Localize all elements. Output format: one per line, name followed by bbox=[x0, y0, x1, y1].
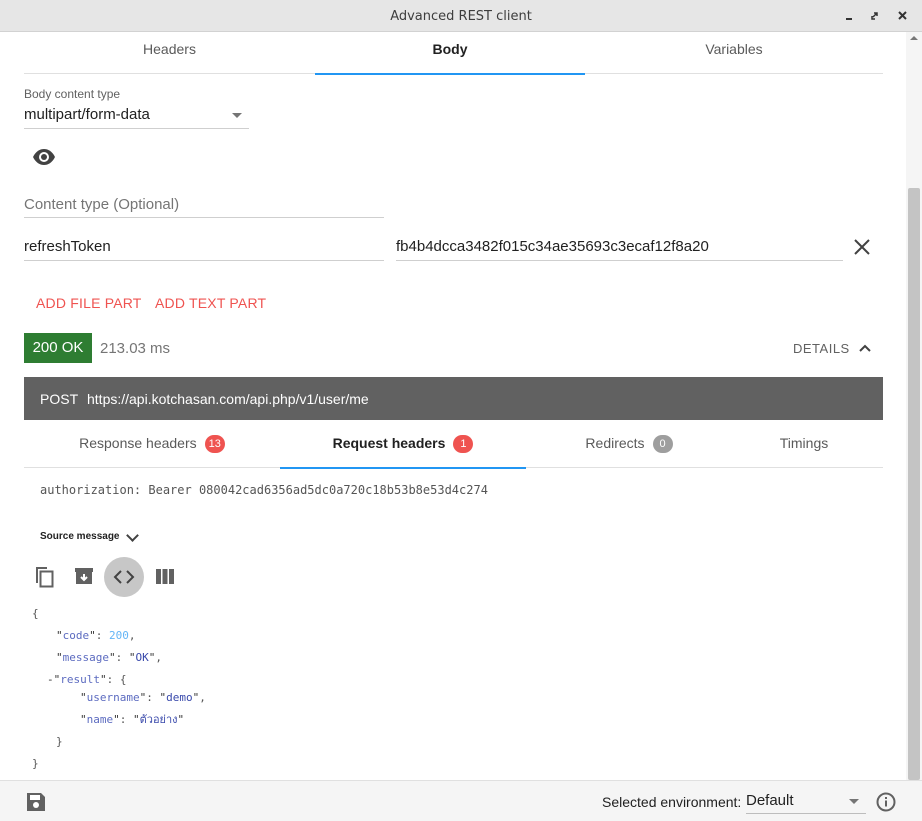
request-url-bar: POST https://api.kotchasan.com/api.php/v… bbox=[24, 377, 883, 420]
environment-select-underline bbox=[746, 813, 866, 814]
chevron-down-icon[interactable] bbox=[232, 113, 242, 118]
json-close-brace: } bbox=[32, 757, 39, 770]
details-toggle-button[interactable]: DETAILS bbox=[793, 341, 872, 356]
save-icon[interactable] bbox=[26, 792, 46, 817]
body-content-type-select[interactable]: multipart/form-data bbox=[24, 106, 150, 123]
count-badge: 1 bbox=[453, 435, 474, 453]
collapse-toggle[interactable]: - bbox=[47, 673, 54, 686]
scroll-up-arrow-icon[interactable] bbox=[910, 36, 918, 40]
json-open-brace: { bbox=[32, 607, 39, 620]
chevron-down-icon[interactable] bbox=[126, 529, 139, 542]
tab-label: Response headers bbox=[79, 435, 197, 451]
tab-label: Request headers bbox=[332, 435, 446, 451]
json-line: { bbox=[32, 603, 39, 625]
json-string: demo bbox=[166, 691, 193, 704]
select-underline bbox=[24, 128, 249, 129]
response-detail-tabs: Response headers 13 Request headers 1 Redi… bbox=[24, 420, 883, 469]
window-title: Advanced REST client bbox=[390, 9, 532, 24]
code-view-toggle[interactable] bbox=[104, 557, 144, 597]
bottom-bar: Selected environment: Default bbox=[0, 780, 922, 821]
request-header-line: authorization: Bearer 080042cad6356ad5dc… bbox=[40, 483, 488, 497]
request-method: POST bbox=[40, 391, 79, 407]
chevron-up-icon bbox=[859, 344, 871, 352]
json-line: "message": "OK", bbox=[56, 651, 162, 664]
body-content-type-label: Body content type bbox=[24, 87, 121, 101]
tab-request-headers[interactable]: Request headers 1 bbox=[280, 420, 526, 469]
json-line: } bbox=[56, 731, 63, 753]
title-bar: Advanced REST client bbox=[0, 0, 922, 32]
json-key: username bbox=[86, 691, 140, 704]
json-key: code bbox=[62, 629, 90, 642]
remove-field-close-icon[interactable] bbox=[853, 238, 871, 261]
response-time: 213.03 ms bbox=[100, 340, 171, 357]
add-file-part-button[interactable]: ADD FILE PART bbox=[36, 295, 142, 311]
tab-redirects[interactable]: Redirects 0 bbox=[526, 420, 732, 468]
json-string: ตัวอย่าง bbox=[139, 713, 178, 726]
content-type-input[interactable]: Content type (Optional) bbox=[24, 196, 179, 213]
count-badge: 0 bbox=[652, 435, 673, 453]
form-field-name-input[interactable]: refreshToken bbox=[24, 238, 111, 255]
source-message-label[interactable]: Source message bbox=[40, 531, 120, 542]
count-badge: 13 bbox=[204, 435, 225, 453]
content-type-underline bbox=[24, 217, 384, 218]
json-line: "code": 200, bbox=[56, 629, 136, 642]
json-number: 200 bbox=[109, 629, 129, 642]
close-window-icon[interactable] bbox=[895, 8, 911, 24]
form-field-value-input[interactable]: fb4b4dcca3482f015c34ae35693c3ecaf12f8a20 bbox=[396, 238, 709, 255]
tab-body[interactable]: Body bbox=[315, 32, 585, 75]
request-url: https://api.kotchasan.com/api.php/v1/use… bbox=[87, 391, 369, 407]
json-line: "username": "demo", bbox=[80, 691, 206, 704]
environment-select[interactable]: Default bbox=[746, 792, 794, 809]
columns-icon[interactable] bbox=[156, 569, 174, 589]
restore-icon[interactable] bbox=[868, 8, 884, 24]
chevron-down-icon[interactable] bbox=[849, 799, 859, 804]
json-inner-close: } bbox=[56, 735, 63, 748]
json-string: OK bbox=[135, 651, 149, 664]
tab-label: Redirects bbox=[585, 435, 645, 451]
environment-label: Selected environment: bbox=[602, 794, 742, 810]
tab-variables[interactable]: Variables bbox=[585, 32, 883, 74]
field-value-underline bbox=[396, 260, 843, 261]
tab-response-headers[interactable]: Response headers 13 bbox=[24, 420, 280, 468]
tab-label: Timings bbox=[779, 435, 829, 451]
tab-timings[interactable]: Timings bbox=[732, 420, 876, 468]
eye-icon[interactable] bbox=[32, 147, 56, 172]
json-key: message bbox=[62, 651, 109, 664]
archive-icon[interactable] bbox=[74, 566, 94, 591]
json-key: name bbox=[86, 713, 114, 726]
info-icon[interactable] bbox=[876, 792, 896, 817]
request-editor-tabs: Headers Body Variables bbox=[24, 32, 883, 75]
json-line: "name": "ตัวอย่าง" bbox=[80, 713, 185, 726]
copy-icon[interactable] bbox=[33, 565, 55, 594]
json-key: result bbox=[60, 673, 100, 686]
status-badge: 200 OK bbox=[24, 333, 92, 363]
minimize-icon[interactable] bbox=[842, 8, 858, 24]
field-name-underline bbox=[24, 260, 384, 261]
tab-headers[interactable]: Headers bbox=[24, 32, 315, 74]
details-label: DETAILS bbox=[793, 341, 850, 356]
add-text-part-button[interactable]: ADD TEXT PART bbox=[155, 295, 266, 311]
json-line: } bbox=[32, 753, 39, 775]
code-brackets-icon bbox=[113, 570, 135, 584]
scrollbar-thumb[interactable] bbox=[908, 188, 920, 780]
